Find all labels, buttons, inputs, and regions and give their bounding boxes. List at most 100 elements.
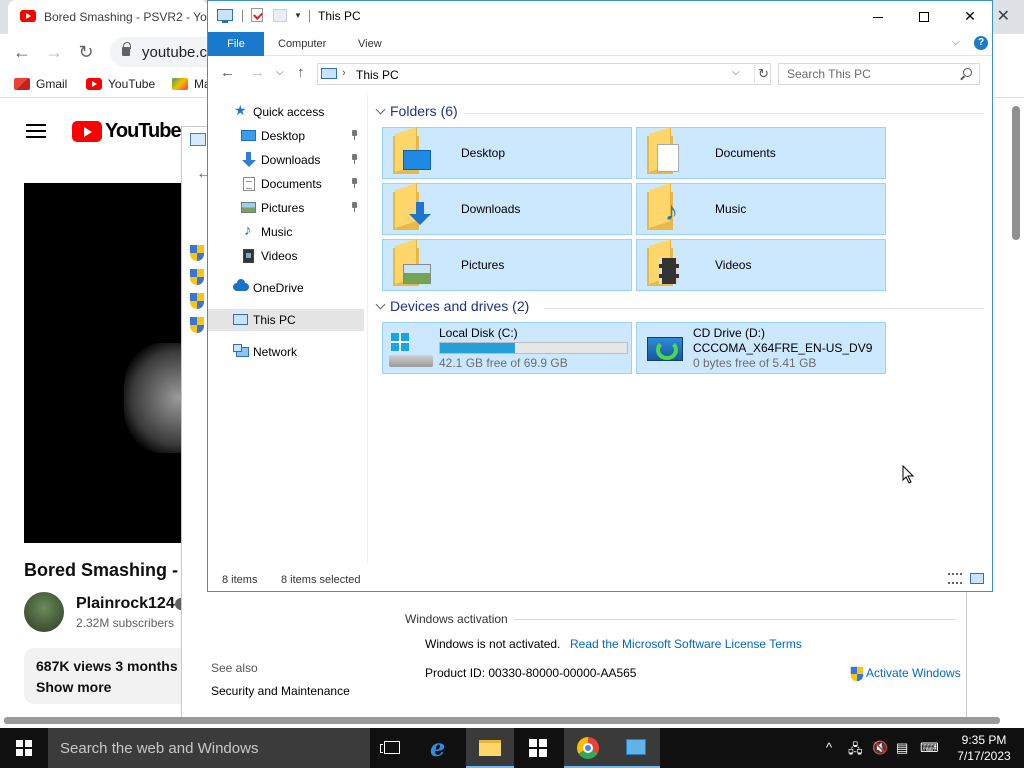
- tiles-view-icon[interactable]: [970, 573, 984, 584]
- chevron-down-icon[interactable]: [375, 299, 386, 310]
- selected-count: 8 items selected: [281, 574, 361, 586]
- tab-computer[interactable]: Computer: [278, 32, 326, 56]
- help-icon[interactable]: ?: [974, 36, 988, 50]
- nav-documents[interactable]: Documents: [208, 173, 364, 195]
- back-arrow-icon[interactable]: ←: [220, 64, 235, 81]
- horizontal-scrollbar[interactable]: [4, 717, 1000, 724]
- recent-locations-icon[interactable]: ⌵: [276, 67, 284, 78]
- chrome-taskbar-button[interactable]: [564, 728, 612, 768]
- nav-quick-access[interactable]: ★ Quick access: [208, 101, 364, 123]
- folder-videos[interactable]: Videos: [636, 238, 886, 291]
- details-view-icon[interactable]: [948, 573, 962, 584]
- page-scrollbar[interactable]: [1012, 106, 1020, 240]
- drive-free-space: 0 bytes free of 5.41 GB: [693, 356, 817, 370]
- edge-taskbar-button[interactable]: e: [418, 728, 466, 768]
- forward-arrow-icon[interactable]: →: [250, 64, 265, 81]
- shield-icon[interactable]: [190, 293, 204, 309]
- search-icon[interactable]: [963, 68, 972, 77]
- view-count: 687K views 3 months a: [36, 658, 190, 674]
- pin-icon[interactable]: [351, 202, 358, 212]
- chrome-close-icon[interactable]: ✕: [997, 6, 1010, 26]
- chevron-up-icon[interactable]: ^: [826, 740, 832, 755]
- drive-cd-d[interactable]: CD Drive (D:) CCCOMA_X64FRE_EN-US_DV9 0 …: [636, 322, 886, 374]
- bookmark-youtube[interactable]: YouTube: [86, 77, 155, 91]
- folder-icon: [393, 126, 431, 174]
- system-taskbar-button[interactable]: [612, 728, 660, 768]
- address-crumb[interactable]: This PC: [356, 68, 399, 82]
- title-bar[interactable]: ▼ This PC ✕: [208, 1, 992, 32]
- search-input[interactable]: [779, 64, 959, 84]
- nav-desktop[interactable]: Desktop: [208, 125, 364, 147]
- navigation-pane: ★ Quick access Desktop Downloads Documen…: [208, 95, 368, 563]
- bookmark-maps[interactable]: Ma: [172, 77, 211, 91]
- chevron-right-icon[interactable]: ›: [342, 67, 346, 79]
- pin-icon[interactable]: [351, 130, 358, 140]
- chevron-down-icon[interactable]: [375, 104, 386, 115]
- bookmark-gmail[interactable]: Gmail: [14, 77, 67, 91]
- chevron-down-icon[interactable]: ⌵: [732, 67, 740, 78]
- reload-icon[interactable]: ↻: [74, 40, 98, 64]
- folder-icon: [479, 740, 501, 756]
- address-bar[interactable]: › This PC ⌵ ↻: [317, 63, 771, 85]
- folder-pictures[interactable]: Pictures: [382, 238, 632, 291]
- folder-music[interactable]: ♪ Music: [636, 182, 886, 235]
- pin-icon[interactable]: [351, 178, 358, 188]
- description-box[interactable]: 687K views 3 months a Show more: [24, 648, 194, 704]
- close-button[interactable]: ✕: [947, 1, 993, 31]
- this-pc-icon: [233, 314, 248, 325]
- channel-name[interactable]: Plainrock124: [76, 595, 175, 613]
- folder-desktop[interactable]: Desktop: [382, 126, 632, 179]
- tab-file[interactable]: File: [208, 32, 264, 56]
- qat-dropdown-icon[interactable]: ▼: [294, 11, 302, 20]
- windows-start-icon[interactable]: [16, 740, 32, 756]
- chevron-down-icon[interactable]: ⌵: [952, 37, 960, 48]
- menu-icon[interactable]: [26, 124, 46, 138]
- security-maintenance-link[interactable]: Security and Maintenance: [211, 684, 350, 698]
- maximize-button[interactable]: [901, 1, 947, 31]
- up-arrow-icon[interactable]: ↑: [297, 64, 305, 81]
- nav-this-pc[interactable]: This PC: [208, 309, 364, 331]
- windows-logo-icon: [391, 333, 409, 351]
- new-folder-icon[interactable]: [273, 9, 287, 22]
- nav-onedrive[interactable]: OneDrive: [208, 277, 364, 299]
- keyboard-icon[interactable]: ⌨: [920, 740, 939, 756]
- taskbar-search[interactable]: Search the web and Windows: [48, 728, 370, 768]
- network-icon[interactable]: 🖧: [848, 740, 863, 762]
- omnibox[interactable]: youtube.co: [110, 37, 220, 67]
- youtube-icon: [86, 78, 102, 90]
- minimize-button[interactable]: [855, 1, 901, 31]
- omnibox-url: youtube.co: [142, 44, 216, 61]
- refresh-icon[interactable]: ↻: [754, 65, 772, 83]
- chrome-tab[interactable]: Bored Smashing - PSVR2 - Yo: [8, 0, 208, 34]
- nav-network[interactable]: Network: [208, 341, 364, 363]
- nav-pictures[interactable]: Pictures: [208, 197, 364, 219]
- folder-downloads[interactable]: Downloads: [382, 182, 632, 235]
- notifications-icon[interactable]: ▤: [896, 740, 908, 756]
- pin-icon[interactable]: [351, 154, 358, 164]
- nav-videos[interactable]: Videos: [208, 245, 364, 267]
- drives-group-header[interactable]: Devices and drives (2): [372, 298, 984, 318]
- file-explorer-taskbar-button[interactable]: [466, 728, 514, 768]
- shield-icon[interactable]: [190, 245, 204, 261]
- store-taskbar-button[interactable]: [514, 728, 562, 768]
- nav-music[interactable]: ♪ Music: [208, 221, 364, 243]
- folders-group-header[interactable]: Folders (6): [372, 103, 984, 123]
- activate-windows-link[interactable]: Activate Windows: [850, 666, 961, 682]
- drive-local-disk-c[interactable]: Local Disk (C:) 42.1 GB free of 69.9 GB: [382, 322, 632, 374]
- properties-icon[interactable]: [251, 8, 263, 22]
- back-arrow-icon[interactable]: ←: [10, 40, 34, 64]
- forward-arrow-icon[interactable]: →: [42, 40, 66, 64]
- video-player[interactable]: [24, 183, 194, 543]
- license-terms-link[interactable]: Read the Microsoft Software License Term…: [570, 637, 802, 651]
- show-more-button[interactable]: Show more: [36, 679, 111, 695]
- disk-usage-fill: [440, 343, 515, 353]
- folder-documents[interactable]: Documents: [636, 126, 886, 179]
- clock[interactable]: 9:35 PM 7/17/2023: [954, 732, 1014, 764]
- volume-muted-icon[interactable]: 🔇: [872, 740, 888, 756]
- tab-view[interactable]: View: [358, 32, 382, 56]
- channel-avatar[interactable]: [24, 592, 64, 632]
- shield-icon[interactable]: [190, 317, 204, 333]
- shield-icon[interactable]: [190, 269, 204, 285]
- nav-downloads[interactable]: Downloads: [208, 149, 364, 171]
- task-view-button[interactable]: [368, 728, 416, 768]
